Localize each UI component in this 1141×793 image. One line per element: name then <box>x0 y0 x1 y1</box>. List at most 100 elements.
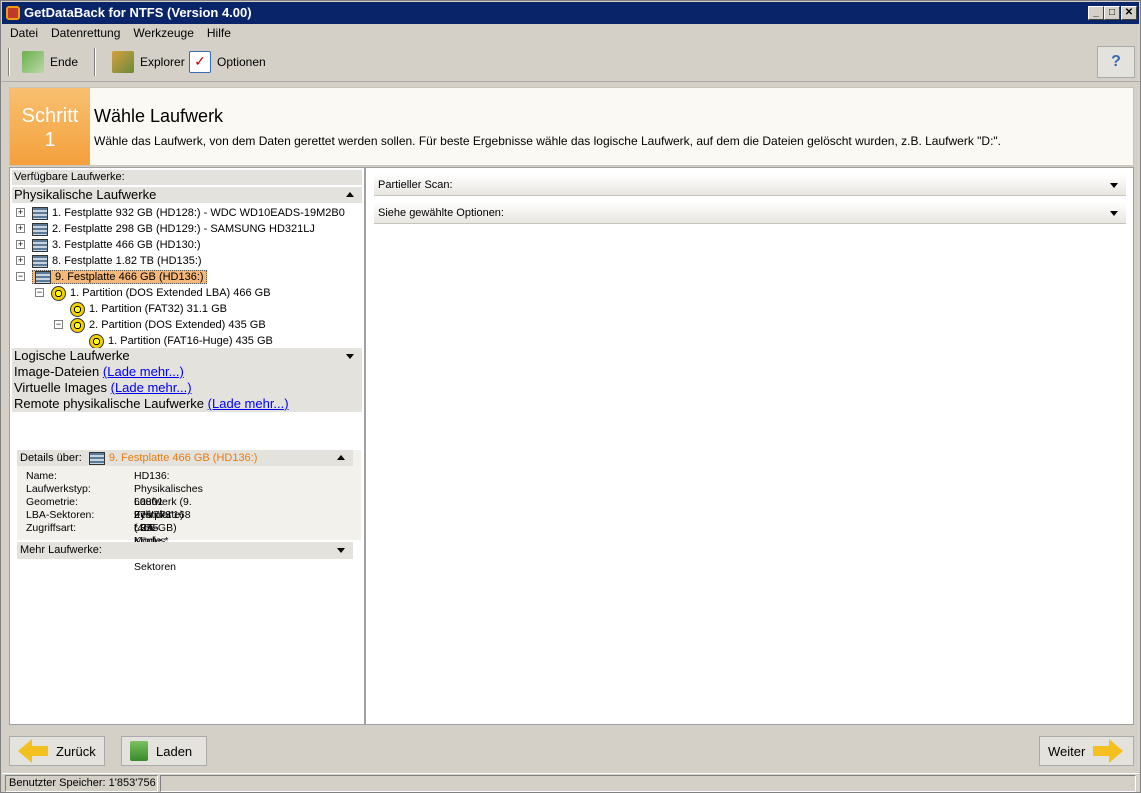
help-icon: ? <box>1111 53 1121 70</box>
collapse-icon: − <box>54 319 63 329</box>
tree-item-partition-ext-lba[interactable]: − 1. Partition (DOS Extended LBA) 466 GB <box>35 285 271 301</box>
other-sources-section: Logische Laufwerke Image-Dateien (Lade m… <box>12 348 362 412</box>
options-panel: Partieller Scan: Siehe gewählte Optionen… <box>365 167 1134 725</box>
detail-row-access: Zugriffsart: LBA-Modus <box>26 522 166 547</box>
tree-item-label: 2. Festplatte 298 GB (HD129:) - SAMSUNG … <box>52 223 315 235</box>
image-files-row: Image-Dateien (Lade mehr...) <box>14 364 184 380</box>
title-bar: GetDataBack for NTFS (Version 4.00) _ □ … <box>2 2 1139 24</box>
details-header-value: 9. Festplatte 466 GB (HD136:) <box>108 452 258 464</box>
image-files-label: Image-Dateien <box>14 364 100 379</box>
more-drives-label: Mehr Laufwerke: <box>20 544 102 556</box>
remote-drives-label: Remote physikalische Laufwerke <box>14 396 205 411</box>
exit-button[interactable]: Ende <box>16 46 84 78</box>
close-button[interactable]: ✕ <box>1121 6 1137 20</box>
menu-datei[interactable]: Datei <box>2 24 43 42</box>
logical-drives-header[interactable]: Logische Laufwerke <box>14 348 130 364</box>
load-label: Laden <box>156 743 193 759</box>
step-title: Wähle Laufwerk <box>94 106 224 126</box>
menu-hilfe[interactable]: Hilfe <box>199 24 236 42</box>
virtual-images-load-more-link[interactable]: (Lade mehr...) <box>111 380 192 395</box>
back-button[interactable]: Zurück <box>9 736 105 766</box>
detail-row-geometry: Geometrie:60801 Zylinder * 255 Köpfe * 6… <box>26 496 177 573</box>
available-drives-label: Verfügbare Laufwerke: <box>12 170 362 185</box>
harddisk-icon <box>32 238 48 252</box>
tree-item-label: 9. Festplatte 466 GB (HD136:) <box>55 271 204 283</box>
back-label: Zurück <box>56 743 96 759</box>
details-header-label: Details über: <box>20 452 82 464</box>
detail-row-lba: LBA-Sektoren: 976'773'168 (466 GB) <box>26 509 191 534</box>
menu-werkzeuge[interactable]: Werkzeuge <box>125 24 198 42</box>
details-header[interactable]: Details über: 9. Festplatte 466 GB (HD13… <box>17 450 353 466</box>
explorer-label: Explorer <box>140 55 185 69</box>
expand-icon: + <box>16 239 25 249</box>
toolbar: Ende Explorer ✓ Optionen ? <box>2 42 1139 82</box>
partition-icon <box>70 317 85 333</box>
exit-label: Ende <box>50 55 79 69</box>
options-label: Optionen <box>217 55 266 69</box>
physical-drives-header[interactable]: Physikalische Laufwerke <box>12 187 362 203</box>
more-drives-header[interactable]: Mehr Laufwerke: <box>17 542 353 559</box>
app-window: GetDataBack for NTFS (Version 4.00) _ □ … <box>0 0 1141 793</box>
app-logo-icon <box>6 6 20 20</box>
detail-row-name: Name: HD136: <box>26 470 170 482</box>
partial-scan-label: Partieller Scan: <box>378 179 453 191</box>
options-button[interactable]: ✓ Optionen <box>183 46 272 78</box>
next-label: Weiter <box>1048 743 1086 759</box>
partition-icon <box>70 301 85 317</box>
step-badge: Schritt 1 <box>10 88 90 165</box>
detail-row-type: Laufwerkstyp: Physikalisches Laufwerk (9.… <box>26 483 203 521</box>
tree-item-partition-fat16[interactable]: 1. Partition (FAT16-Huge) 435 GB <box>89 333 273 349</box>
menu-datenrettung[interactable]: Datenrettung <box>43 24 125 42</box>
tree-item-label: 2. Partition (DOS Extended) 435 GB <box>89 319 266 331</box>
physical-drives-label: Physikalische Laufwerke <box>14 187 157 202</box>
tree-item-disk3[interactable]: + 3. Festplatte 466 GB (HD130:) <box>16 237 201 253</box>
expand-arrow-icon <box>337 548 345 553</box>
expand-arrow-icon <box>1110 211 1118 216</box>
step-badge-label: Schritt <box>21 105 79 127</box>
image-files-load-more-link[interactable]: (Lade mehr...) <box>103 364 184 379</box>
help-button[interactable]: ? <box>1097 46 1135 78</box>
tree-item-label: 3. Festplatte 466 GB (HD130:) <box>52 239 201 251</box>
selected-options-header[interactable]: Siehe gewählte Optionen: <box>374 202 1126 224</box>
toolbar-separator <box>94 48 96 76</box>
step-badge-number: 1 <box>44 129 56 151</box>
expand-icon: + <box>16 207 25 217</box>
partial-scan-header[interactable]: Partieller Scan: <box>374 174 1126 196</box>
maximize-button[interactable]: □ <box>1104 6 1120 20</box>
tree-item-partition-fat32[interactable]: 1. Partition (FAT32) 31.1 GB <box>70 301 227 317</box>
collapse-icon: − <box>35 287 44 297</box>
tree-item-partition-ext[interactable]: − 2. Partition (DOS Extended) 435 GB <box>54 317 266 333</box>
tree-item-disk2[interactable]: + 2. Festplatte 298 GB (HD129:) - SAMSUN… <box>16 221 315 237</box>
harddisk-icon <box>32 254 48 268</box>
exit-door-icon <box>22 51 44 73</box>
expand-arrow-icon <box>1110 183 1118 188</box>
next-button[interactable]: Weiter <box>1039 736 1134 766</box>
explorer-button[interactable]: Explorer <box>106 46 191 78</box>
status-bar: Benutzter Speicher: 1'853'756 <box>2 773 1139 792</box>
partition-icon <box>51 285 66 301</box>
expand-icon: + <box>16 255 25 265</box>
tree-item-label: 1. Festplatte 932 GB (HD128:) - WDC WD10… <box>52 207 345 219</box>
load-button[interactable]: Laden <box>121 736 207 766</box>
expand-arrow-icon <box>346 354 354 359</box>
collapse-arrow-icon <box>346 192 354 197</box>
collapse-arrow-icon <box>337 455 345 460</box>
collapse-icon: − <box>16 271 25 281</box>
tree-item-disk8[interactable]: + 8. Festplatte 1.82 TB (HD135:) <box>16 253 202 269</box>
drive-panel: Verfügbare Laufwerke: Physikalische Lauf… <box>9 167 365 725</box>
harddisk-icon <box>88 451 105 465</box>
step-description: Wähle das Laufwerk, von dem Daten gerett… <box>94 134 1002 148</box>
harddisk-icon <box>35 270 51 284</box>
remote-drives-load-more-link[interactable]: (Lade mehr...) <box>208 396 289 411</box>
tree-item-disk9-selected[interactable]: − 9. Festplatte 466 GB (HD136:) <box>16 269 207 285</box>
minimize-button[interactable]: _ <box>1088 6 1104 20</box>
tree-item-label: 1. Partition (DOS Extended LBA) 466 GB <box>70 287 271 299</box>
checklist-icon: ✓ <box>189 51 211 73</box>
harddisk-icon <box>32 206 48 220</box>
arrow-right-icon <box>1093 739 1124 763</box>
tree-item-disk1[interactable]: + 1. Festplatte 932 GB (HD128:) - WDC WD… <box>16 205 345 221</box>
explorer-icon <box>112 51 134 73</box>
step-header: Schritt 1 Wähle Laufwerk Wähle das Laufw… <box>9 87 1134 166</box>
virtual-images-row: Virtuelle Images (Lade mehr...) <box>14 380 192 396</box>
logical-drives-label: Logische Laufwerke <box>14 348 130 363</box>
